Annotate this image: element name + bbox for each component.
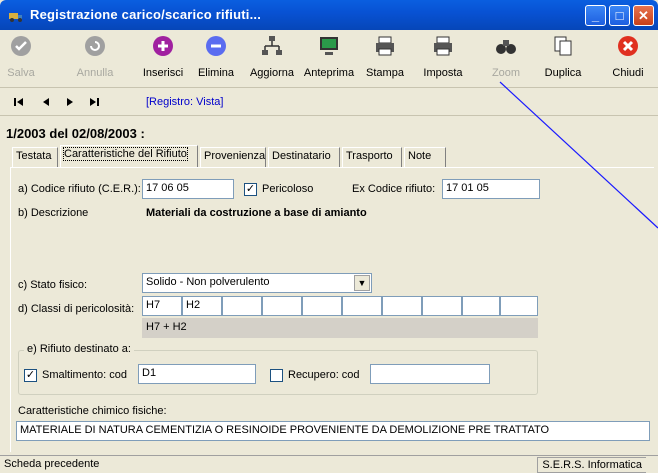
update-button[interactable]: Aggiorna	[246, 34, 298, 86]
smaltimento-checkbox[interactable]: ✓	[24, 369, 37, 382]
classe-field[interactable]	[462, 296, 500, 316]
print-label: Stampa	[366, 67, 404, 79]
plus-icon	[153, 36, 173, 56]
recupero-code-input[interactable]	[370, 364, 490, 384]
tab-label: Caratteristiche del Rifiuto	[63, 147, 188, 161]
monitor-icon	[320, 37, 338, 55]
duplicate-label: Duplica	[544, 67, 582, 79]
tab-label: Destinatario	[272, 150, 331, 162]
classe-field[interactable]	[422, 296, 462, 316]
printer-icon	[376, 36, 394, 56]
ex-codice-input[interactable]: 17 01 05	[442, 179, 540, 199]
close-label: Chiudi	[612, 67, 644, 79]
close-x-icon	[618, 36, 638, 56]
chevron-down-icon[interactable]: ▼	[354, 275, 370, 291]
status-text: Scheda precedente	[4, 458, 100, 470]
minus-icon	[206, 36, 226, 56]
tab-label: Note	[408, 150, 432, 162]
network-icon	[262, 36, 282, 55]
classe-field[interactable]	[342, 296, 382, 316]
delete-label: Elimina	[197, 67, 235, 79]
classi-label: d) Classi di pericolosità:	[18, 303, 135, 315]
smaltimento-code-input[interactable]: D1	[138, 364, 256, 384]
pericoloso-label: Pericoloso	[262, 183, 314, 195]
tab-testata[interactable]: Testata	[12, 147, 58, 167]
zoom-button[interactable]: Zoom	[488, 34, 524, 86]
recycle-truck-icon	[9, 13, 22, 22]
classe-field[interactable]: H2	[182, 296, 222, 316]
binoculars-icon	[496, 40, 516, 54]
previous-record-icon[interactable]	[38, 95, 54, 109]
save-button[interactable]: Salva	[2, 34, 40, 86]
status-bar: Scheda precedente S.E.R.S. Informatica	[0, 455, 658, 473]
record-navigation: [Registro: Vista]	[0, 89, 658, 116]
preview-button[interactable]: Anteprima	[302, 34, 356, 86]
title-bar: Registrazione carico/scarico rifiuti... …	[0, 0, 658, 30]
insert-label: Inserisci	[142, 67, 184, 79]
cancel-label: Annulla	[76, 67, 114, 79]
setup-button[interactable]: Imposta	[420, 34, 466, 86]
ex-codice-label: Ex Codice rifiuto:	[352, 183, 436, 195]
duplicate-button[interactable]: Duplica	[540, 34, 586, 86]
stato-fisico-value: Solido - Non polverulento	[146, 276, 270, 288]
tab-label: Provenienza	[204, 150, 266, 162]
descrizione-label: b) Descrizione	[18, 207, 89, 219]
tab-label: Trasporto	[346, 150, 393, 162]
classe-field[interactable]	[302, 296, 342, 316]
classe-field[interactable]: H7	[142, 296, 182, 316]
save-label: Salva	[7, 67, 35, 79]
destinato-label: e) Rifiuto destinato a:	[24, 343, 134, 355]
close-button[interactable]: Chiudi	[608, 34, 648, 86]
classe-field[interactable]	[262, 296, 302, 316]
delete-button[interactable]: Elimina	[196, 34, 236, 86]
tab-destinatario[interactable]: Destinatario	[268, 147, 340, 167]
preview-label: Anteprima	[303, 67, 355, 79]
window-close-button[interactable]: ✕	[633, 5, 654, 26]
check-icon	[11, 36, 31, 56]
smaltimento-label: Smaltimento: cod	[42, 369, 127, 381]
tab-trasporto[interactable]: Trasporto	[342, 147, 402, 167]
stato-fisico-label: c) Stato fisico:	[18, 279, 88, 291]
insert-button[interactable]: Inserisci	[140, 34, 186, 86]
descrizione-value: Materiali da costruzione a base di amian…	[146, 207, 367, 219]
update-label: Aggiorna	[249, 67, 295, 79]
cancel-button[interactable]: Annulla	[72, 34, 118, 86]
printer-setup-icon	[434, 36, 452, 56]
minimize-button[interactable]: _	[585, 5, 606, 26]
tab-provenienza[interactable]: Provenienza	[200, 147, 266, 167]
stato-fisico-select[interactable]: Solido - Non polverulento ▼	[142, 273, 372, 293]
recupero-label: Recupero: cod	[288, 369, 360, 381]
chimiche-input[interactable]: MATERIALE DI NATURA CEMENTIZIA O RESINOI…	[16, 421, 650, 441]
classe-field[interactable]	[382, 296, 422, 316]
codice-label: a) Codice rifiuto (C.E.R.):	[18, 183, 141, 195]
toolbar: Salva Annulla Inserisci Elimina Aggiorna…	[0, 30, 658, 88]
codice-rifiuto-input[interactable]: 17 06 05	[142, 179, 234, 199]
next-record-icon[interactable]	[62, 95, 78, 109]
classe-field[interactable]	[500, 296, 538, 316]
recupero-checkbox[interactable]	[270, 369, 283, 382]
tab-label: Testata	[16, 150, 52, 162]
register-mode-label: [Registro: Vista]	[146, 96, 224, 108]
setup-label: Imposta	[423, 67, 463, 79]
record-title: 1/2003 del 02/08/2003 :	[6, 126, 145, 141]
first-record-icon[interactable]	[12, 95, 28, 109]
pericoloso-checkbox[interactable]: ✓	[244, 183, 257, 196]
status-company: S.E.R.S. Informatica	[537, 457, 646, 473]
last-record-icon[interactable]	[86, 95, 102, 109]
classi-summary: H7 + H2	[142, 318, 538, 338]
tab-caratteristiche[interactable]: Caratteristiche del Rifiuto	[60, 145, 198, 167]
copy-document-icon	[554, 36, 572, 56]
tab-note[interactable]: Note	[404, 147, 446, 167]
chimiche-label: Caratteristiche chimico fisiche:	[18, 405, 167, 417]
window-title: Registrazione carico/scarico rifiuti...	[30, 7, 262, 22]
undo-icon	[85, 36, 105, 56]
classe-field[interactable]	[222, 296, 262, 316]
print-button[interactable]: Stampa	[364, 34, 406, 86]
maximize-button[interactable]: □	[609, 5, 630, 26]
zoom-label: Zoom	[491, 67, 521, 79]
